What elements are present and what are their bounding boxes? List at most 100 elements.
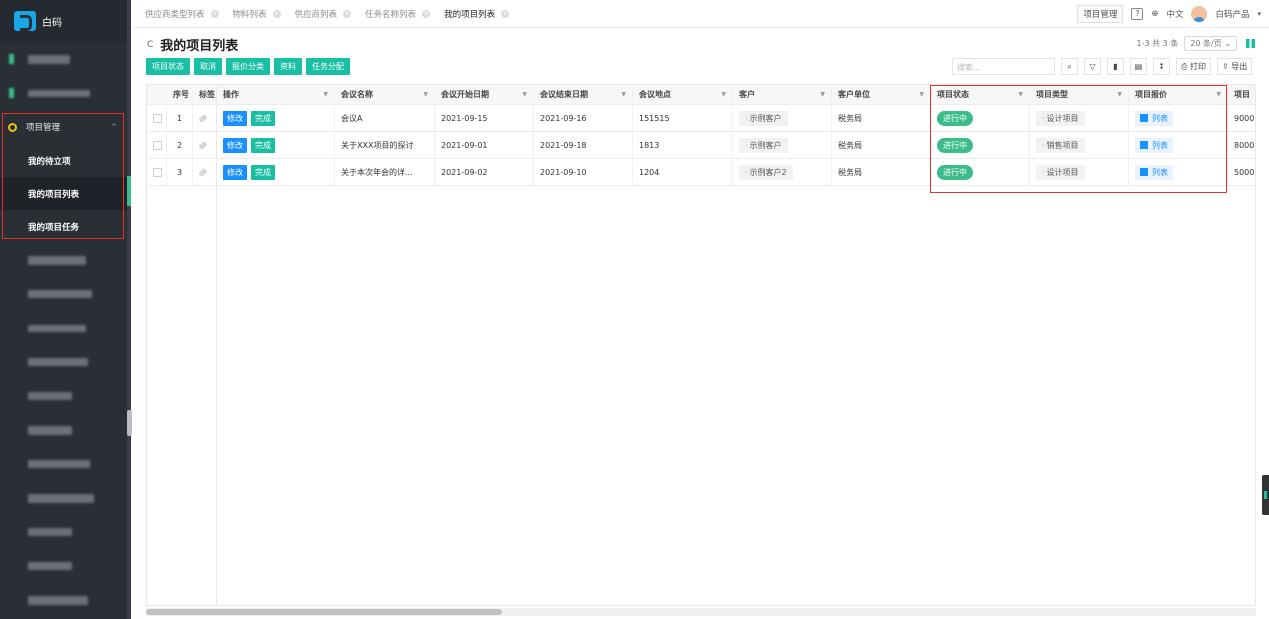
header-type[interactable]: 项目类型 ▼ <box>1030 85 1129 104</box>
resize-handle[interactable] <box>127 410 132 436</box>
help-icon[interactable]: ? <box>1131 8 1144 20</box>
header-customer[interactable]: 客户 ▼ <box>733 85 832 104</box>
sidebar-item-blurred[interactable] <box>0 413 131 447</box>
cancel-button[interactable]: 取消 <box>194 58 222 75</box>
tab-materials[interactable]: 物料列表 × <box>233 8 281 20</box>
print-button[interactable]: ⎙ 打印 <box>1176 58 1211 75</box>
close-icon[interactable]: × <box>501 9 510 18</box>
sidebar-item-project-tasks[interactable]: 我的项目任务 <box>0 210 131 243</box>
sidebar-item-blurred[interactable] <box>0 481 131 515</box>
customer-chip[interactable]: 示例客户 <box>739 110 788 126</box>
sidebar-item-blurred[interactable] <box>0 345 131 379</box>
chart-icon[interactable]: ▮ <box>1107 58 1124 75</box>
close-icon[interactable]: × <box>272 9 281 18</box>
tag-icon[interactable] <box>198 167 208 177</box>
sidebar-item-blurred[interactable] <box>0 549 131 583</box>
tab-supplier-types[interactable]: 供应商类型列表 × <box>145 8 219 20</box>
status-badge[interactable]: 进行中 <box>937 137 973 153</box>
sort-icon[interactable]: ↕ <box>1153 58 1170 75</box>
header-name[interactable]: 会议名称 ▼ <box>335 85 435 104</box>
table-row[interactable]: 1 修改 完成 会议A 2021-09-15 2021-09-16 151515 … <box>147 105 1255 132</box>
customer-chip[interactable]: 示例客户2 <box>739 164 793 180</box>
type-chip[interactable]: 设计项目 <box>1036 164 1085 180</box>
complete-button[interactable]: 完成 <box>251 164 275 180</box>
search-icon[interactable]: ⌕ <box>1061 58 1078 75</box>
caret-down-icon[interactable]: ▼ <box>522 91 527 98</box>
sidebar-scrollbar[interactable] <box>127 0 131 619</box>
row-checkbox[interactable] <box>153 113 162 123</box>
refresh-icon[interactable]: C <box>147 40 153 50</box>
edit-button[interactable]: 修改 <box>223 164 247 180</box>
quote-category-button[interactable]: 报价分类 <box>226 58 270 75</box>
table-row[interactable]: 3 修改 完成 关于本次年会的详... 2021-09-02 2021-09-10… <box>147 159 1255 186</box>
sidebar-item-blurred[interactable] <box>0 515 131 549</box>
horizontal-scrollbar[interactable] <box>146 608 1256 616</box>
sidebar-item-blurred[interactable] <box>0 311 131 345</box>
floating-side-widget[interactable] <box>1262 475 1269 515</box>
tab-my-projects[interactable]: 我的项目列表 × <box>444 8 510 20</box>
filter-icon[interactable]: ▽ <box>1084 58 1101 75</box>
header-status[interactable]: 项目状态 ▼ <box>931 85 1030 104</box>
header-unit[interactable]: 客户单位 ▼ <box>832 85 931 104</box>
status-badge[interactable]: 进行中 <box>937 110 973 126</box>
sidebar-item-blurred[interactable] <box>0 42 131 76</box>
columns-icon[interactable]: ▤ <box>1130 58 1147 75</box>
sidebar-item-blurred[interactable] <box>0 583 131 617</box>
status-badge[interactable]: 进行中 <box>937 164 973 180</box>
row-checkbox[interactable] <box>153 140 162 150</box>
complete-button[interactable]: 完成 <box>251 137 275 153</box>
header-start[interactable]: 会议开始日期 ▼ <box>435 85 534 104</box>
tag-icon[interactable] <box>198 113 208 123</box>
sidebar-item-project-list[interactable]: 我的项目列表 <box>0 177 131 210</box>
caret-down-icon[interactable]: ▼ <box>820 91 825 98</box>
scrollbar-thumb[interactable] <box>146 609 502 615</box>
customer-chip[interactable]: 示例客户 <box>739 137 788 153</box>
type-chip[interactable]: 设计项目 <box>1036 110 1085 126</box>
chevron-down-icon[interactable]: ▾ <box>1257 10 1261 18</box>
materials-button[interactable]: 资料 <box>274 58 302 75</box>
search-input[interactable]: 搜索... <box>952 58 1055 75</box>
avatar[interactable] <box>1191 6 1208 22</box>
table-row[interactable]: 2 修改 完成 关于XXX项目的探讨 2021-09-01 2021-09-18 … <box>147 132 1255 159</box>
row-checkbox[interactable] <box>153 167 162 177</box>
module-button[interactable]: 项目管理 <box>1077 5 1124 23</box>
export-button[interactable]: ⇪ 导出 <box>1216 58 1253 75</box>
sidebar-item-blurred[interactable] <box>0 243 131 277</box>
close-icon[interactable]: × <box>422 9 431 18</box>
close-icon[interactable]: × <box>343 9 352 18</box>
caret-down-icon[interactable]: ▼ <box>1117 91 1122 98</box>
caret-down-icon[interactable]: ▼ <box>919 91 924 98</box>
quote-link[interactable]: 列表 <box>1135 110 1173 126</box>
tag-icon[interactable] <box>198 140 208 150</box>
caret-down-icon[interactable]: ▼ <box>1216 91 1221 98</box>
caret-down-icon[interactable]: ▼ <box>721 91 726 98</box>
sidebar-item-blurred[interactable] <box>0 76 131 110</box>
project-status-button[interactable]: 项目状态 <box>146 58 190 75</box>
close-icon[interactable]: × <box>210 9 219 18</box>
caret-down-icon[interactable]: ▼ <box>621 91 626 98</box>
caret-down-icon[interactable]: ▼ <box>1018 91 1023 98</box>
quote-link[interactable]: 列表 <box>1135 164 1173 180</box>
globe-icon[interactable]: ⊕ <box>1151 9 1158 19</box>
edit-button[interactable]: 修改 <box>223 137 247 153</box>
edit-button[interactable]: 修改 <box>223 110 247 126</box>
sidebar-item-blurred[interactable] <box>0 379 131 413</box>
header-ops[interactable]: 操作 ▼ <box>217 85 335 104</box>
tab-task-names[interactable]: 任务名称列表 × <box>365 8 431 20</box>
header-end[interactable]: 会议结束日期 ▼ <box>534 85 633 104</box>
type-chip[interactable]: 销售项目 <box>1036 137 1085 153</box>
sidebar-group-project-management[interactable]: 项目管理 ^ <box>0 110 131 144</box>
quote-link[interactable]: 列表 <box>1135 137 1173 153</box>
tab-suppliers[interactable]: 供应商列表 × <box>295 8 352 20</box>
sidebar-item-blurred[interactable] <box>0 447 131 481</box>
header-quote[interactable]: 项目报价 ▼ <box>1129 85 1228 104</box>
caret-down-icon[interactable]: ▼ <box>423 91 428 98</box>
complete-button[interactable]: 完成 <box>251 110 275 126</box>
task-assign-button[interactable]: 任务分配 <box>306 58 350 75</box>
header-place[interactable]: 会议地点 ▼ <box>633 85 733 104</box>
sidebar-item-pending[interactable]: 我的待立项 <box>0 144 131 177</box>
grid-icon[interactable] <box>1246 39 1255 48</box>
app-logo[interactable]: 白码 <box>0 0 131 42</box>
caret-down-icon[interactable]: ▼ <box>323 91 328 98</box>
scrollbar-thumb[interactable] <box>127 176 131 206</box>
